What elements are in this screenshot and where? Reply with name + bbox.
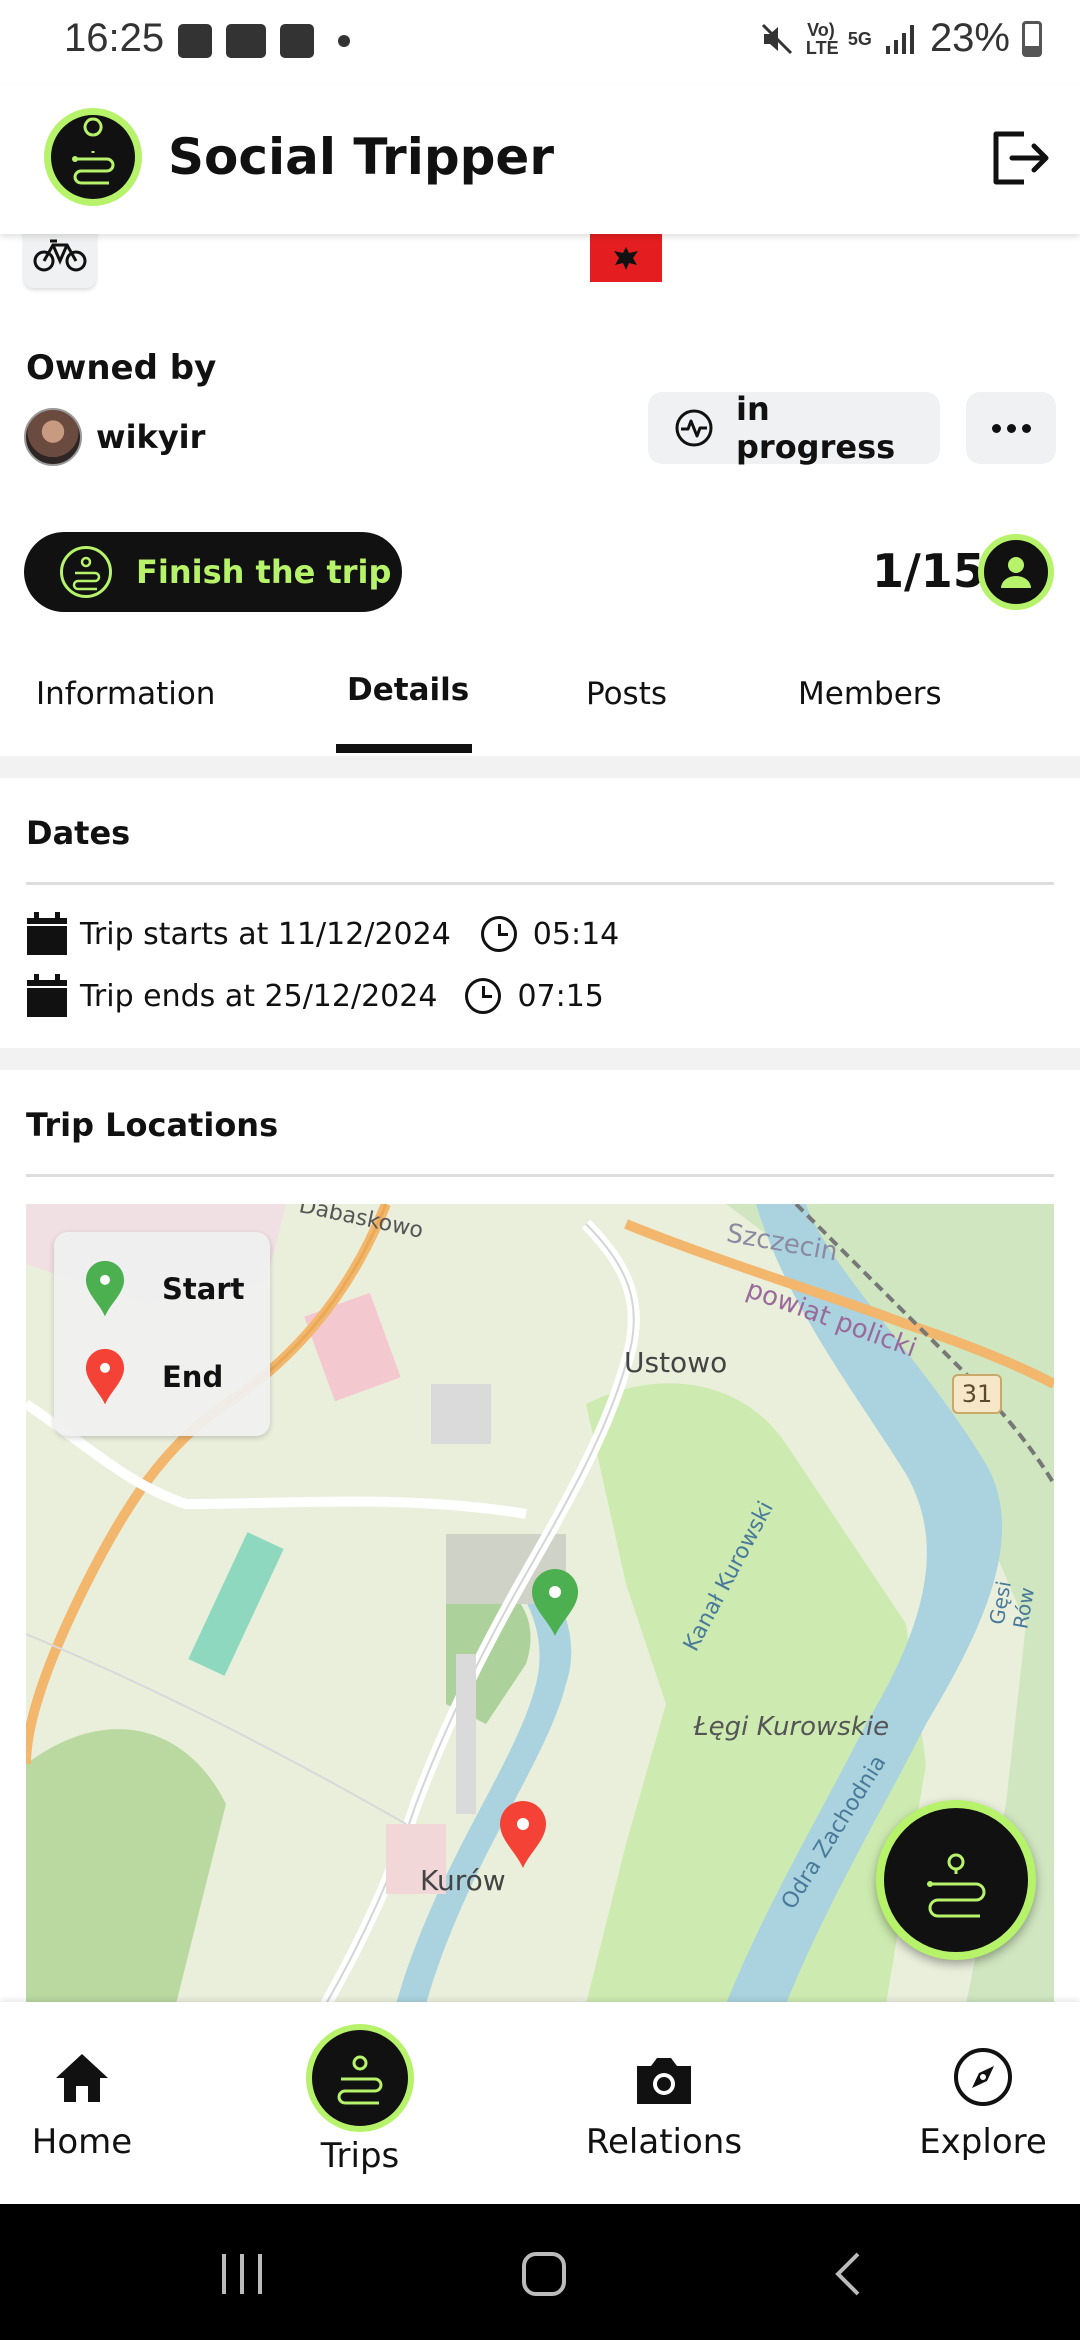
back-icon[interactable]: [830, 2250, 866, 2298]
legend-end-label: End: [162, 1360, 224, 1394]
status-bar: 16:25 Vo) LTE 5G 23%: [0, 0, 1080, 84]
app-logo[interactable]: [44, 108, 142, 206]
bicycle-icon: [33, 239, 87, 272]
trip-tabs: Information Details Posts Members: [0, 650, 1080, 756]
volte-indicator: Vo) LTE: [805, 19, 839, 58]
start-marker-icon[interactable]: [530, 1568, 580, 1638]
trip-end-date: Trip ends at 25/12/2024: [80, 978, 438, 1014]
tab-information[interactable]: Information: [36, 676, 215, 712]
status-time: 16:25: [64, 16, 165, 60]
map-label-kurow: Kurów: [420, 1864, 506, 1897]
trip-start-row: Trip starts at 11/12/2024 05:14: [26, 912, 619, 956]
section-divider: [0, 756, 1080, 778]
green-pin-icon: [85, 1260, 125, 1317]
home-system-icon[interactable]: [520, 2250, 568, 2298]
system-navigation-bar: [0, 2204, 1080, 2340]
road-number-badge: 31: [952, 1374, 1002, 1414]
trip-status-badge[interactable]: in progress: [648, 390, 940, 466]
mute-icon: [761, 23, 792, 54]
app-bar: Social Tripper: [0, 84, 1080, 234]
owned-by-label: Owned by: [26, 348, 217, 388]
country-flag: [590, 234, 662, 282]
locations-section-title: Trip Locations: [26, 1106, 279, 1144]
more-options-button[interactable]: [966, 392, 1056, 464]
nav-relations-label: Relations: [585, 2122, 743, 2162]
home-icon: [56, 2054, 108, 2102]
trip-status-text: in progress: [736, 390, 896, 466]
dates-section-title: Dates: [26, 814, 131, 852]
app-title: Social Tripper: [168, 128, 554, 186]
nav-trips[interactable]: Trips: [290, 2002, 430, 2204]
nav-home[interactable]: Home: [20, 2002, 144, 2204]
route-icon: [306, 2024, 414, 2132]
trip-start-date: Trip starts at 11/12/2024: [80, 916, 451, 952]
map-legend: Start End: [54, 1232, 270, 1436]
more-notifications-icon: [338, 35, 350, 47]
dates-divider: [26, 882, 1054, 885]
trip-end-time: 07:15: [517, 978, 604, 1014]
owner-name[interactable]: wikyir: [96, 418, 205, 456]
nav-explore-label: Explore: [919, 2122, 1047, 2162]
owner-avatar[interactable]: [24, 408, 82, 466]
trip-start-time: 05:14: [532, 916, 620, 952]
nav-home-label: Home: [31, 2122, 133, 2162]
activity-icon: [675, 409, 713, 447]
nav-explore[interactable]: Explore: [912, 2002, 1054, 2204]
clock-icon: [465, 978, 502, 1014]
finish-trip-label: Finish the trip: [136, 553, 392, 591]
end-marker-icon[interactable]: [498, 1800, 548, 1870]
members-count: 1/15: [872, 544, 985, 598]
legend-start-label: Start: [162, 1272, 245, 1306]
notification-icons: [178, 24, 350, 58]
finish-trip-button[interactable]: Finish the trip: [24, 532, 402, 612]
status-right: Vo) LTE 5G 23%: [760, 16, 1042, 61]
gallery-icon: [178, 24, 212, 58]
camera-icon: [637, 2058, 691, 2104]
calendar-icon: [27, 912, 67, 955]
tab-posts[interactable]: Posts: [586, 676, 667, 712]
battery-percent: 23%: [929, 16, 1010, 60]
nav-relations[interactable]: Relations: [574, 2002, 754, 2204]
person-icon: [1001, 557, 1031, 588]
trip-end-row: Trip ends at 25/12/2024 07:15: [26, 974, 604, 1018]
tab-details[interactable]: Details: [347, 672, 469, 708]
legend-end: End: [84, 1348, 223, 1406]
more-dot-icon: [1021, 423, 1031, 433]
compass-icon: [954, 2048, 1012, 2106]
legend-start: Start: [84, 1260, 244, 1318]
eagle-icon: [614, 247, 638, 270]
locations-divider: [26, 1174, 1054, 1177]
clock-icon: [480, 916, 517, 952]
active-tab-indicator: [336, 744, 472, 753]
network-indicator: 5G: [847, 28, 872, 49]
recent-apps-icon[interactable]: [218, 2252, 266, 2296]
members-button[interactable]: [978, 534, 1054, 610]
route-icon: [60, 546, 112, 598]
create-trip-fab[interactable]: [876, 1800, 1036, 1960]
route-icon: [72, 117, 115, 185]
calendar-icon: [27, 974, 67, 1017]
red-pin-icon: [85, 1348, 125, 1405]
checkbox-icon: [280, 24, 314, 58]
more-dot-icon: [1006, 423, 1016, 433]
section-divider: [0, 1048, 1080, 1070]
map-label-ustowo: Ustowo: [624, 1346, 728, 1379]
bottom-navigation: Home Trips Relations Explore: [0, 2002, 1080, 2204]
tab-members[interactable]: Members: [798, 676, 942, 712]
more-dot-icon: [991, 423, 1001, 433]
youtube-icon: [226, 24, 266, 58]
map-label-lagi: Łęgi Kurowskie: [694, 1712, 890, 1742]
battery-icon: [1022, 20, 1042, 57]
logout-icon[interactable]: [988, 126, 1052, 190]
nav-trips-label: Trips: [320, 2136, 400, 2176]
signal-icon: [885, 24, 914, 54]
route-icon: [927, 1853, 986, 1918]
